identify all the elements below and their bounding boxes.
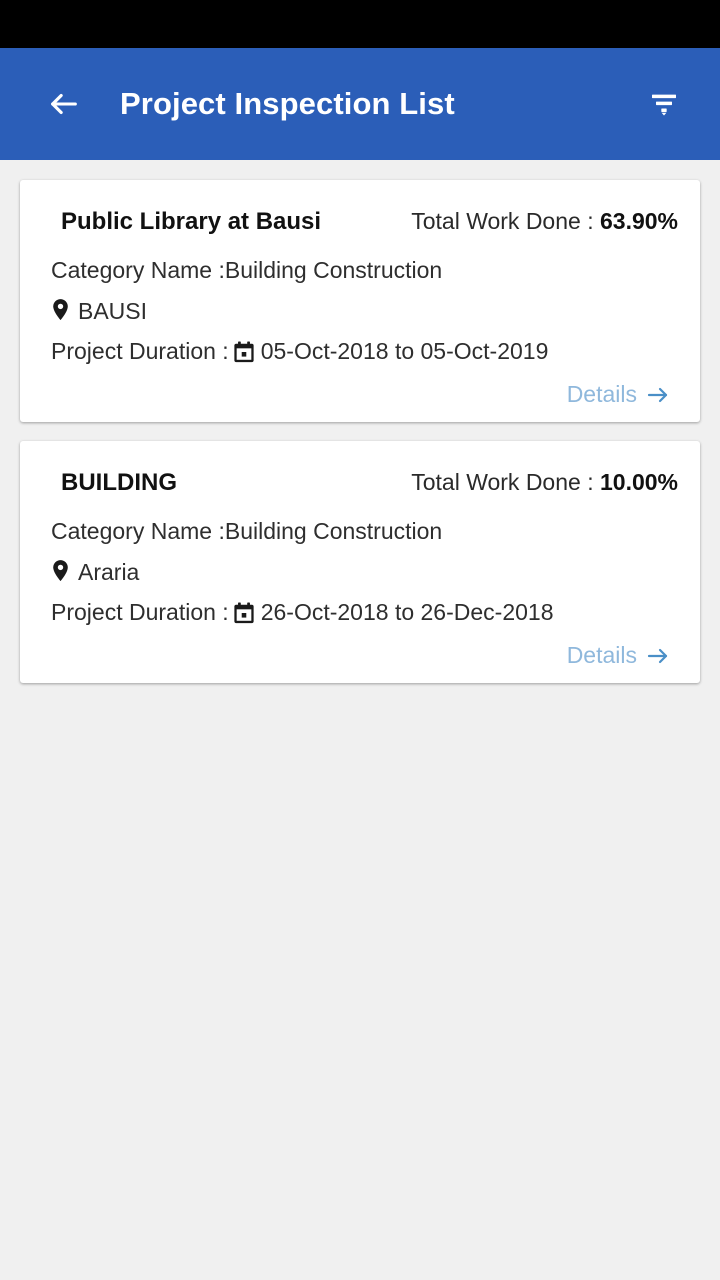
details-button[interactable]: Details [567,642,670,669]
arrow-left-icon [47,87,81,121]
details-button[interactable]: Details [567,381,670,408]
location-value: Araria [78,558,140,585]
project-name: Public Library at Bausi [61,208,322,235]
category-value: Building Construction [224,518,443,544]
category-label: Category Name : [51,257,225,283]
status-bar [0,0,720,48]
category-value: Building Construction [224,257,443,283]
details-row: Details [51,642,678,669]
duration-value: 05-Oct-2018 to 05-Oct-2019 [260,338,549,364]
category-row: Category Name : Building Construction [51,259,678,282]
card-header: BUILDING Total Work Done : 10.00% [51,469,678,497]
calendar-icon [233,340,255,363]
work-done-value: 63.90% [599,208,678,234]
project-list: Public Library at Bausi Total Work Done … [0,160,720,683]
back-button[interactable] [38,78,90,130]
project-name: BUILDING [61,469,177,496]
app-bar: Project Inspection List [0,48,720,160]
duration-row: Project Duration : 05-Oct-2018 to 05-Oct… [51,340,678,363]
location-row: Araria [51,560,678,584]
work-done-label: Total Work Done : [411,469,600,495]
page-title: Project Inspection List [120,86,455,121]
work-done: Total Work Done : 63.90% [411,208,678,235]
map-pin-icon [51,299,70,323]
work-done: Total Work Done : 10.00% [411,469,678,496]
project-card[interactable]: Public Library at Bausi Total Work Done … [20,180,700,422]
calendar-icon [233,601,255,624]
details-label: Details [566,381,637,407]
map-pin-icon [51,560,70,584]
duration-row: Project Duration : 26-Oct-2018 to 26-Dec… [51,601,678,624]
arrow-right-icon [646,383,670,407]
location-row: BAUSI [51,299,678,323]
filter-button[interactable] [638,78,690,130]
arrow-right-icon [646,644,670,668]
details-label: Details [566,642,637,668]
duration-value: 26-Oct-2018 to 26-Dec-2018 [260,599,554,625]
work-done-value: 10.00% [599,469,678,495]
location-value: BAUSI [78,297,148,324]
details-row: Details [51,381,678,408]
card-header: Public Library at Bausi Total Work Done … [51,208,678,236]
duration-label: Project Duration : [51,338,229,364]
category-row: Category Name : Building Construction [51,520,678,543]
category-label: Category Name : [51,518,225,544]
filter-icon [648,88,680,120]
duration-label: Project Duration : [51,599,229,625]
work-done-label: Total Work Done : [411,208,600,234]
project-card[interactable]: BUILDING Total Work Done : 10.00% Catego… [20,441,700,683]
